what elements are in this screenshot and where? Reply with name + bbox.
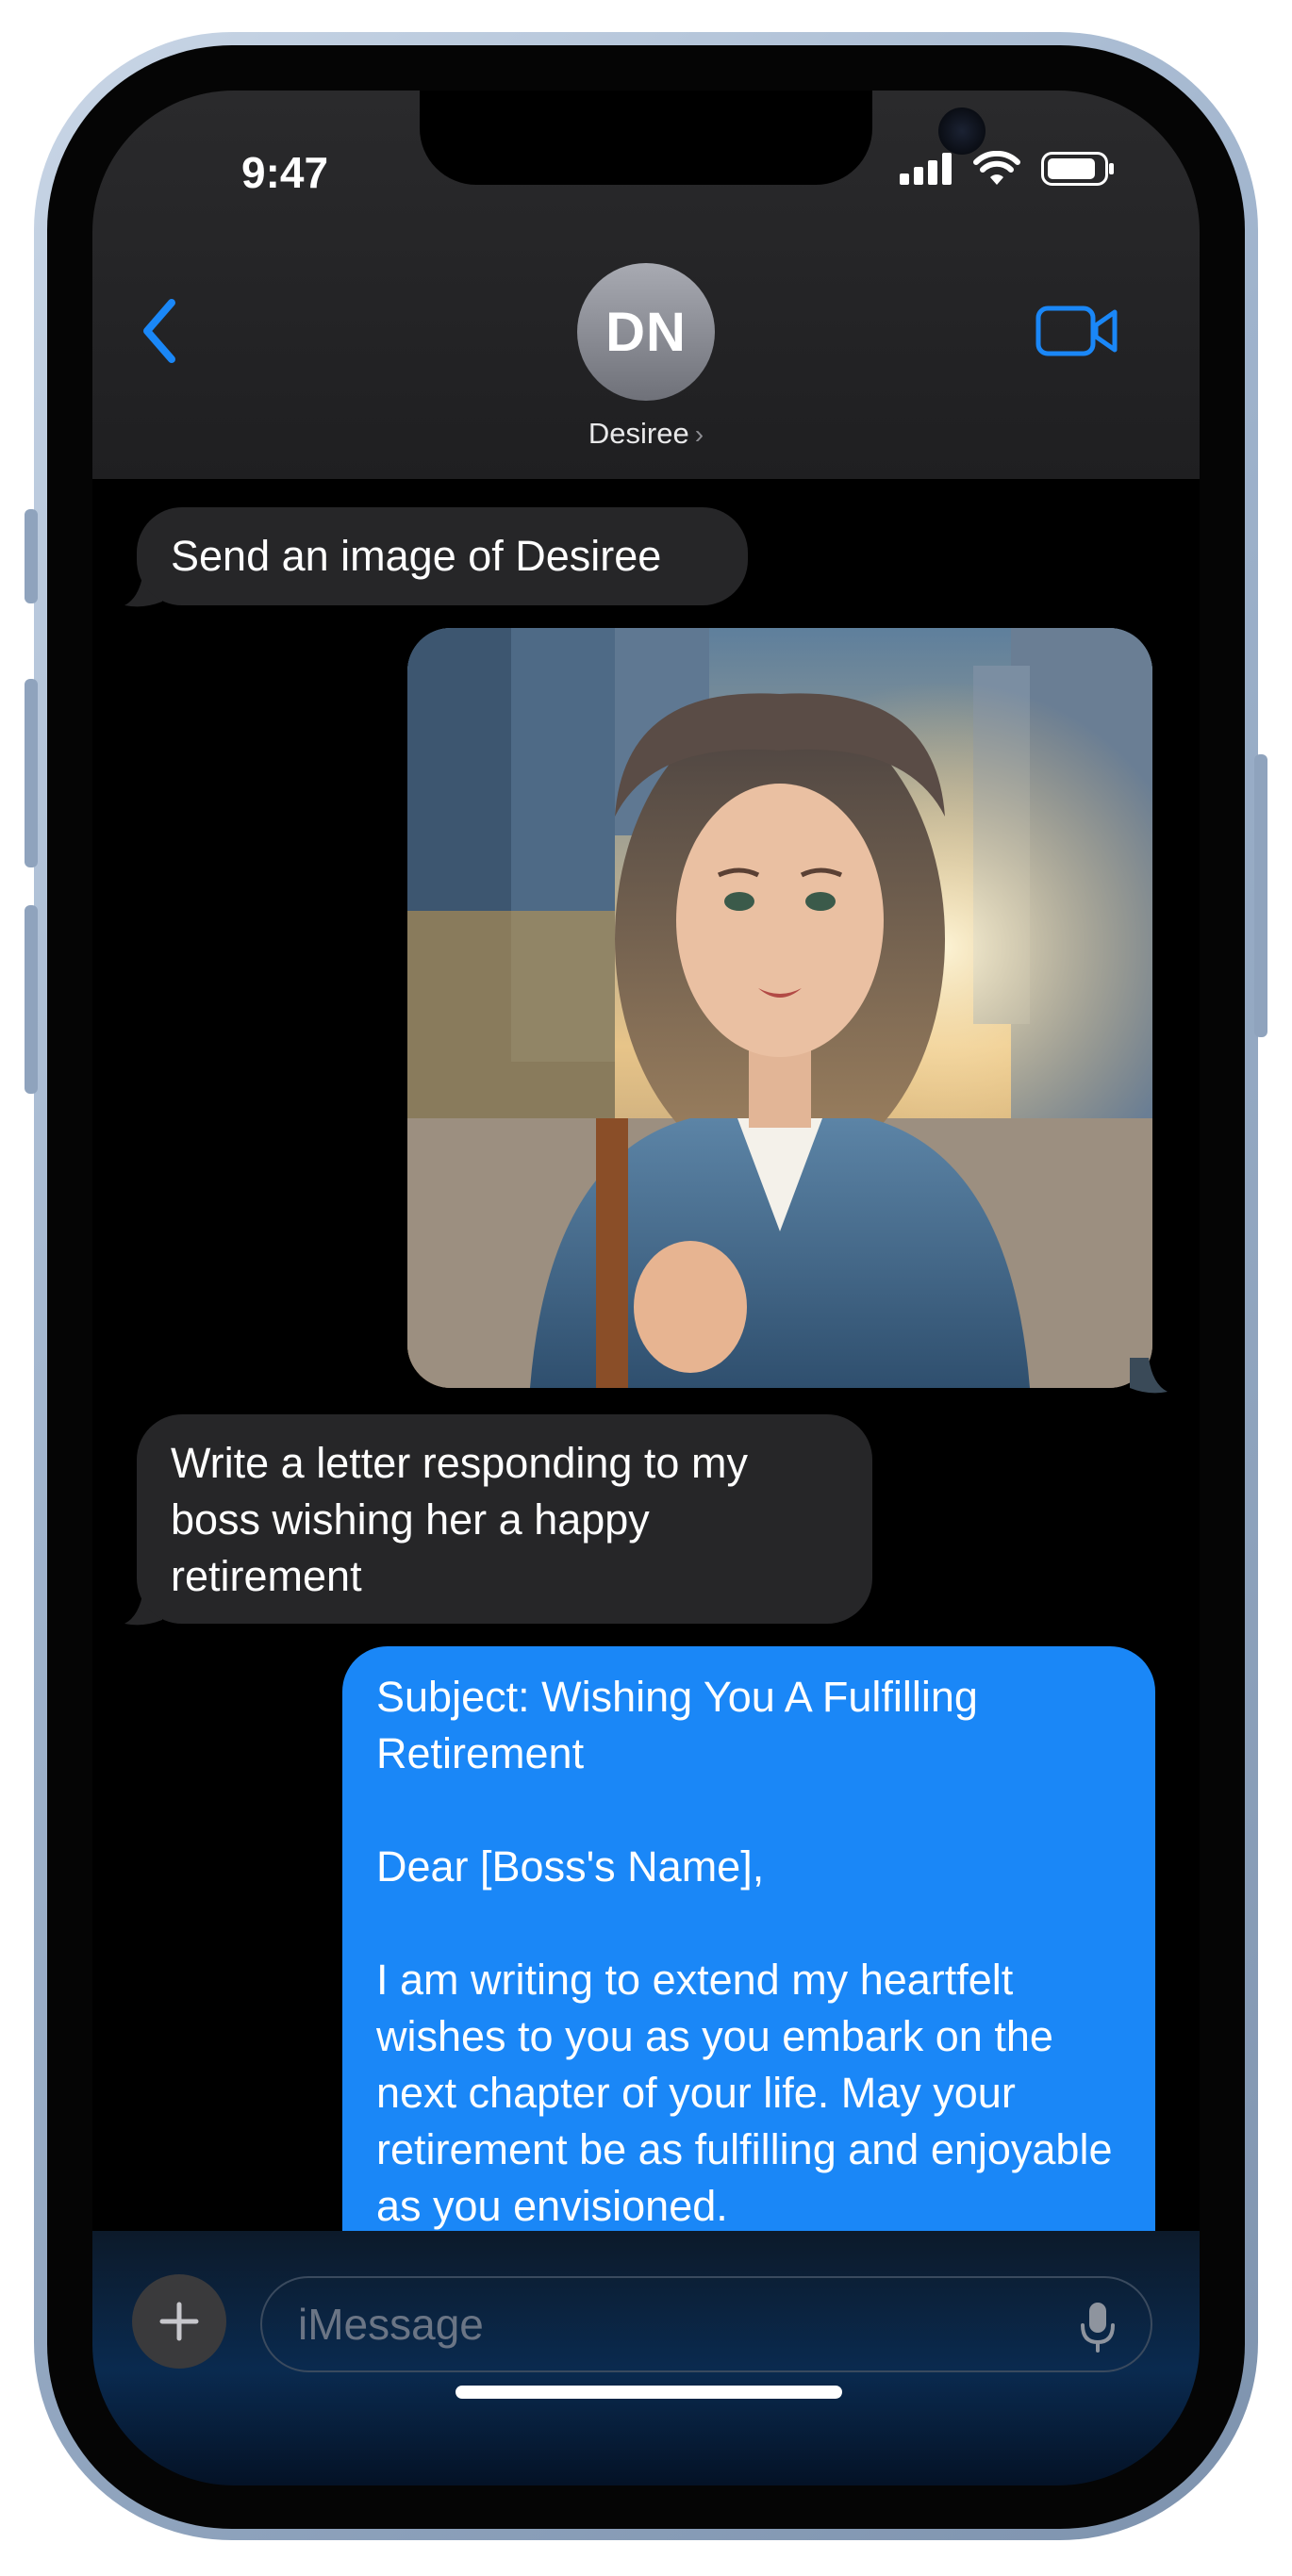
wifi-icon <box>973 151 1020 185</box>
message-text: Write a letter responding to my boss wis… <box>171 1439 748 1600</box>
portrait-photo <box>407 628 1152 1388</box>
outgoing-message-bubble[interactable]: Subject: Wishing You A Fulfilling Retire… <box>342 1646 1155 2325</box>
front-camera <box>938 107 986 155</box>
letter-subject: Subject: Wishing You A Fulfilling Retire… <box>376 1673 978 1777</box>
silent-switch <box>25 509 38 603</box>
battery-icon <box>1041 152 1114 186</box>
video-camera-icon[interactable] <box>1035 303 1118 359</box>
plus-icon <box>159 2302 199 2341</box>
avatar[interactable]: DN <box>577 263 715 401</box>
image-message[interactable] <box>407 628 1152 1388</box>
chevron-right-icon: › <box>694 420 704 449</box>
letter-salutation: Dear [Boss's Name], <box>376 1842 765 1891</box>
home-indicator[interactable] <box>456 2386 842 2399</box>
contact-name-label: Desiree <box>588 417 689 450</box>
volume-down-button <box>25 905 38 1094</box>
compose-bar: iMessage <box>92 2231 1200 2485</box>
power-button <box>1254 754 1267 1037</box>
signal-icon <box>900 153 952 185</box>
status-icons <box>900 151 1117 187</box>
bubble-tail <box>1130 1358 1168 1394</box>
notch <box>420 91 986 185</box>
microphone-icon[interactable] <box>1079 2301 1117 2353</box>
message-input-placeholder: iMessage <box>298 2300 484 2349</box>
incoming-message-bubble[interactable]: Send an image of Desiree <box>137 507 748 605</box>
add-attachment-button[interactable] <box>132 2274 226 2369</box>
back-chevron-icon[interactable] <box>130 289 187 373</box>
contact-name[interactable]: Desiree › <box>92 417 1200 451</box>
status-time: 9:47 <box>241 148 329 197</box>
screen: 9:47 DN Desiree › Send an image of Desir… <box>92 91 1200 2485</box>
message-text: Send an image of Desiree <box>171 532 662 580</box>
letter-body: I am writing to extend my heartfelt wish… <box>376 1956 1113 2230</box>
volume-up-button <box>25 679 38 867</box>
conversation-header: 9:47 DN Desiree › <box>92 91 1200 479</box>
incoming-message-bubble[interactable]: Write a letter responding to my boss wis… <box>137 1414 872 1624</box>
message-input[interactable]: iMessage <box>260 2276 1152 2372</box>
